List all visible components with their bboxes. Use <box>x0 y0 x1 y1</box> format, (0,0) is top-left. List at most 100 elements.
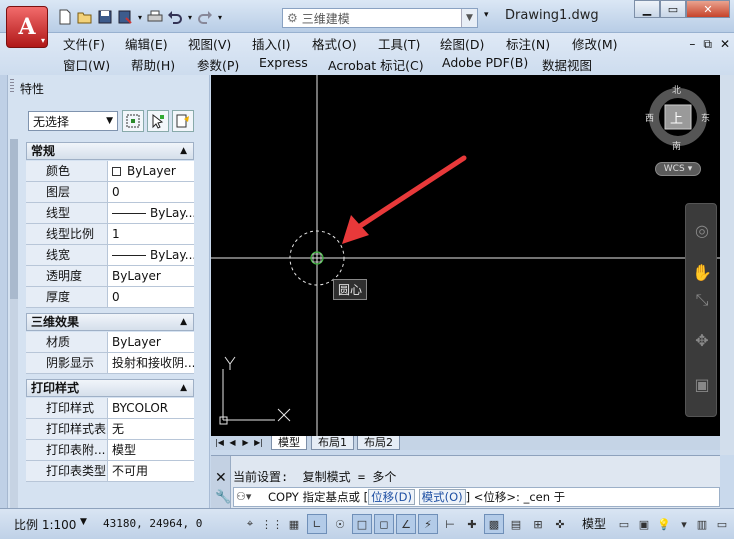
menu-format[interactable]: 格式(O) <box>312 34 357 53</box>
palette-grip[interactable] <box>10 79 14 93</box>
property-value[interactable]: ByLayer <box>110 332 194 352</box>
section-header[interactable]: 常规 ▲ <box>26 142 194 160</box>
menu-modify[interactable]: 修改(M) <box>572 34 618 53</box>
new-icon[interactable] <box>56 8 74 26</box>
option-mode[interactable]: 模式(O) <box>418 489 466 505</box>
pan-hand-icon[interactable]: ✋ <box>690 260 714 284</box>
redo-dropdown-icon[interactable]: ▾ <box>216 8 224 26</box>
property-row[interactable]: 材质 ByLayer <box>26 332 194 353</box>
coordinate-readout[interactable]: 43180, 24964, 0 <box>103 517 202 530</box>
property-row[interactable]: 打印样式 BYCOLOR <box>26 398 194 419</box>
doc-minimize-icon[interactable]: – <box>689 37 695 52</box>
collapse-icon[interactable]: ▲ <box>180 143 187 159</box>
property-value[interactable]: 0 <box>110 287 194 307</box>
select-objects-button[interactable] <box>147 110 169 132</box>
menu-acrobat[interactable]: Acrobat 标记(C) <box>328 55 424 74</box>
property-value[interactable]: 无 <box>110 419 194 439</box>
property-row[interactable]: 线宽 ByLay... <box>26 245 194 266</box>
save-icon[interactable] <box>96 8 114 26</box>
steering-wheel-icon[interactable]: ◎ <box>690 218 714 242</box>
tab-model[interactable]: 模型 <box>271 436 307 450</box>
property-row[interactable]: 打印表附... 模型 <box>26 440 194 461</box>
canvas-vertical-scrollbar[interactable] <box>720 75 734 455</box>
ortho-icon[interactable]: ∟ <box>307 514 327 534</box>
property-value[interactable]: 投射和接收阴... <box>110 353 194 373</box>
lightbulb-icon[interactable]: 💡 <box>654 514 674 534</box>
snap-mode-icon[interactable]: ⋮⋮ <box>261 514 283 534</box>
next-tab-icon[interactable]: ▶ <box>240 437 251 448</box>
plot-icon[interactable] <box>146 8 164 26</box>
command-input[interactable]: COPY 指定基点或 [位移(D) 模式(O)] <位移>: _cen 于 <box>233 487 720 507</box>
property-value[interactable]: 模型 <box>110 440 194 460</box>
menu-edit[interactable]: 编辑(E) <box>125 34 168 53</box>
doc-restore-icon[interactable]: ⧉ <box>703 37 712 52</box>
close-icon[interactable]: ✕ <box>215 470 227 486</box>
property-value[interactable]: ByLayer <box>110 266 194 286</box>
drawing-area[interactable]: 北 南 东 西 上 WCS ▾ ◎ ✋ ⤡ ✥ ▣ 圆心 <box>211 75 720 436</box>
toggle-pickadd-button[interactable] <box>122 110 144 132</box>
menu-file[interactable]: 文件(F) <box>63 34 105 53</box>
property-value[interactable]: 1 <box>110 224 194 244</box>
quick-properties-icon[interactable]: ▤ <box>506 514 526 534</box>
property-value[interactable]: 0 <box>110 182 194 202</box>
chevron-down-icon[interactable]: ▼ <box>80 517 87 527</box>
object-snap-tracking-icon[interactable]: ∠ <box>396 514 416 534</box>
collapse-icon[interactable]: ▲ <box>180 314 187 330</box>
quick-view-layouts-icon[interactable]: ▭ <box>614 514 634 534</box>
workspace-select[interactable]: ⚙ 三维建模 ▼ <box>282 8 478 28</box>
property-value[interactable]: ByLay... <box>110 203 194 223</box>
property-value[interactable]: 不可用 <box>110 461 194 481</box>
property-row[interactable]: 打印表类型 不可用 <box>26 461 194 482</box>
annotation-scale[interactable]: 比例 1:100 <box>14 516 76 533</box>
chevron-down-icon[interactable]: ▼ <box>461 9 477 27</box>
infer-constraints-icon[interactable]: ⌖ <box>240 514 260 534</box>
maximize-button[interactable]: ▭ <box>660 0 686 18</box>
dynamic-input-icon[interactable]: ⊢ <box>440 514 460 534</box>
palette-title-strip[interactable] <box>0 75 8 508</box>
menu-window[interactable]: 窗口(W) <box>63 55 110 74</box>
viewcube-top-face[interactable]: 上 <box>670 108 683 127</box>
menu-help[interactable]: 帮助(H) <box>131 55 175 74</box>
annotation-monitor-icon[interactable]: ✜ <box>550 514 570 534</box>
grid-icon[interactable]: ▦ <box>284 514 304 534</box>
scroll-thumb[interactable] <box>10 139 18 299</box>
3d-object-snap-icon[interactable]: ◻ <box>374 514 394 534</box>
close-button[interactable]: ✕ <box>686 0 730 18</box>
application-menu-button[interactable]: A ▾ <box>6 6 48 48</box>
orbit-icon[interactable]: ✥ <box>690 328 714 352</box>
open-icon[interactable] <box>76 8 94 26</box>
undo-dropdown-icon[interactable]: ▾ <box>186 8 194 26</box>
menu-insert[interactable]: 插入(I) <box>252 34 290 53</box>
property-value[interactable]: BYCOLOR <box>110 398 194 418</box>
saveas-icon[interactable] <box>116 8 134 26</box>
property-row[interactable]: 颜色 ByLayer <box>26 161 194 182</box>
lineweight-icon[interactable]: ✚ <box>462 514 482 534</box>
wrench-icon[interactable]: 🔧 <box>215 490 231 505</box>
menu-data-view[interactable]: 数据视图 <box>542 55 592 74</box>
property-row[interactable]: 线型比例 1 <box>26 224 194 245</box>
properties-scrollbar[interactable] <box>10 139 18 508</box>
first-tab-icon[interactable]: |◀ <box>214 437 225 448</box>
wcs-menu-button[interactable]: WCS ▾ <box>655 162 701 176</box>
showmotion-icon[interactable]: ▣ <box>690 372 714 396</box>
prev-tab-icon[interactable]: ◀ <box>227 437 238 448</box>
property-value[interactable]: ByLay... <box>110 245 194 265</box>
option-displacement[interactable]: 位移(D) <box>368 489 415 505</box>
property-value[interactable]: ByLayer <box>110 161 194 181</box>
dynamic-ucs-icon[interactable]: ⚡ <box>418 514 438 534</box>
menu-view[interactable]: 视图(V) <box>188 34 231 53</box>
tab-layout2[interactable]: 布局2 <box>357 436 400 450</box>
property-row[interactable]: 打印样式表无 <box>26 419 194 440</box>
selection-dropdown[interactable]: 无选择 ▼ <box>28 111 118 131</box>
property-row[interactable]: 线型 ByLay... <box>26 203 194 224</box>
menu-parametric[interactable]: 参数(P) <box>197 55 239 74</box>
object-snap-icon[interactable]: □ <box>352 514 372 534</box>
status-menu-icon[interactable]: ▾ <box>674 514 694 534</box>
clean-screen-icon[interactable]: ▭ <box>712 514 732 534</box>
section-header[interactable]: 打印样式 ▲ <box>26 379 194 397</box>
quick-select-button[interactable] <box>172 110 194 132</box>
zoom-extents-icon[interactable]: ⤡ <box>690 288 714 312</box>
model-space-button[interactable]: 模型 <box>582 515 606 532</box>
quick-view-drawings-icon[interactable]: ▣ <box>634 514 654 534</box>
property-row[interactable]: 图层 0 <box>26 182 194 203</box>
